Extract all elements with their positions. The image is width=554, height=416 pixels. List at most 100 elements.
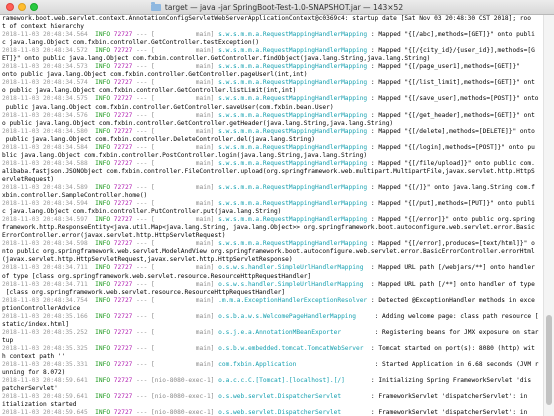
folder-icon xyxy=(150,1,161,11)
log-timestamp: 2018-11-03 20:48:34.588 xyxy=(2,159,88,167)
log-line: unning for 8.072) xyxy=(2,369,546,377)
log-text: public java.lang.Object com.fxbin.contro… xyxy=(2,103,334,111)
log-pid: 72727 xyxy=(113,63,133,71)
log-thread: main] xyxy=(154,159,215,167)
log-text: o public java.lang.Object com.fxbin.cont… xyxy=(2,87,297,95)
log-separator: --- [ xyxy=(136,264,155,272)
title-bar[interactable]: target — java -jar SpringBoot-Test-1.0-S… xyxy=(0,0,554,15)
log-logger: s.w.s.m.m.a.RequestMappingHandlerMapping xyxy=(218,183,368,191)
log-timestamp: 2018-11-03 20:48:34.598 xyxy=(2,240,88,248)
log-text: ramework.boot.web.servlet.context.Annota… xyxy=(2,15,531,22)
log-pid: 72727 xyxy=(113,377,133,385)
log-line: blic java.lang.Object com.fxbin.controll… xyxy=(2,152,546,160)
log-logger: s.w.s.m.m.a.RequestMappingHandlerMapping xyxy=(218,240,368,248)
vertical-scrollbar[interactable] xyxy=(543,15,554,416)
scrollbar-thumb[interactable] xyxy=(546,315,552,405)
log-line: 2018-11-03 20:48:34.584 INFO 72727 --- [… xyxy=(2,144,546,152)
log-line: 2018-11-03 20:48:59.645 INFO 72727 --- [… xyxy=(2,409,546,416)
log-logger: s.w.s.m.m.a.RequestMappingHandlerMapping xyxy=(218,216,368,224)
log-line: 2018-11-03 20:48:34.573 INFO 72727 --- [… xyxy=(2,63,546,71)
log-text: public java.lang.Object com.fxbin.contro… xyxy=(2,135,315,143)
log-thread: main] xyxy=(154,95,215,103)
log-text: ervletRequest) xyxy=(2,175,55,183)
log-line: 2018-11-03 20:48:59.641 INFO 72727 --- [… xyxy=(2,393,546,401)
log-line: 2018-11-03 20:48:34.754 INFO 72727 --- [… xyxy=(2,297,546,305)
log-message: : Tomcat started on port(s): 8080 (http)… xyxy=(363,344,535,352)
log-timestamp: 2018-11-03 20:48:59.641 xyxy=(2,377,88,385)
log-text: itialization started xyxy=(2,401,77,409)
log-line: patcherServlet' xyxy=(2,385,546,393)
log-line: 2018-11-03 20:48:35.331 INFO 72727 --- [… xyxy=(2,361,546,369)
log-text: of type [class org.springframework.web.s… xyxy=(2,272,312,280)
log-pid: 72727 xyxy=(113,159,133,167)
log-separator: --- [ xyxy=(136,296,155,304)
log-separator: --- [ xyxy=(136,127,155,135)
log-level: INFO xyxy=(95,312,111,320)
log-message: : Initializing Spring FrameworkServlet '… xyxy=(344,377,532,385)
log-logger: o.s.b.w.embedded.tomcat.TomcatWebServer xyxy=(218,344,364,352)
log-pid: 72727 xyxy=(113,127,133,135)
window-title-container: target — java -jar SpringBoot-Test-1.0-S… xyxy=(0,0,554,14)
log-level: INFO xyxy=(95,200,111,208)
log-timestamp: 2018-11-03 20:48:34.575 xyxy=(2,95,88,103)
log-thread: main] xyxy=(154,183,215,191)
log-line: public java.lang.Object com.fxbin.contro… xyxy=(2,136,546,144)
log-pid: 72727 xyxy=(113,95,133,103)
log-text: c java.lang.Object com.fxbin.controller.… xyxy=(2,208,282,216)
log-separator: --- [ xyxy=(136,79,155,87)
log-level: INFO xyxy=(95,47,111,55)
log-pid: 72727 xyxy=(113,264,133,272)
log-thread: nio-8080-exec-1] xyxy=(154,409,215,416)
log-thread: main] xyxy=(154,264,215,272)
log-logger: s.w.s.m.m.a.RequestMappingHandlerMapping xyxy=(218,95,368,103)
log-line: 2018-11-03 20:48:34.594 INFO 72727 --- [… xyxy=(2,200,546,208)
log-text: nto public org.springframework.web.servl… xyxy=(2,248,535,256)
log-text: blic java.lang.Object com.fxbin.controll… xyxy=(2,151,368,159)
log-line: 2018-11-03 20:48:34.580 INFO 72727 --- [… xyxy=(2,128,546,136)
log-separator: --- [ xyxy=(136,361,155,369)
log-level: INFO xyxy=(95,111,111,119)
log-logger: com.fxbin.Application xyxy=(218,361,297,369)
log-line: ervletRequest) xyxy=(2,176,546,184)
log-text: t of context hierarchy xyxy=(2,23,84,31)
log-thread: main] xyxy=(154,344,215,352)
log-message: : FrameworkServlet 'dispatcherServlet': … xyxy=(341,393,528,401)
log-message: : Mapped "{[/login],methods=[POST]}" ont… xyxy=(367,143,535,151)
log-line: h context path '' xyxy=(2,353,546,361)
log-pid: 72727 xyxy=(113,31,133,39)
log-message: : Mapped "{[/error],produces=[text/html]… xyxy=(367,240,535,248)
log-level: INFO xyxy=(95,296,111,304)
log-level: INFO xyxy=(95,127,111,135)
log-timestamp: 2018-11-03 20:48:59.645 xyxy=(2,409,88,416)
log-thread: main] xyxy=(154,200,215,208)
log-level: INFO xyxy=(95,409,111,416)
log-line: xbin.controller.SampleController.home() xyxy=(2,192,546,200)
log-line: public java.lang.Object com.fxbin.contro… xyxy=(2,104,546,112)
log-line: 2018-11-03 20:48:34.576 INFO 72727 --- [… xyxy=(2,112,546,120)
log-line: 2018-11-03 20:48:34.588 INFO 72727 --- [… xyxy=(2,160,546,168)
log-logger: s.w.s.m.m.a.RequestMappingHandlerMapping xyxy=(218,200,368,208)
log-timestamp: 2018-11-03 20:48:34.584 xyxy=(2,143,88,151)
log-timestamp: 2018-11-03 20:48:34.564 xyxy=(2,31,88,39)
terminal-output[interactable]: ramework.boot.web.servlet.context.Annota… xyxy=(0,15,546,416)
log-timestamp: 2018-11-03 20:48:34.594 xyxy=(2,200,88,208)
log-timestamp: 2018-11-03 20:48:35.166 xyxy=(2,312,88,320)
log-text: ErrorController.error(javax.servlet.http… xyxy=(2,232,226,240)
log-separator: --- [ xyxy=(136,95,155,103)
log-pid: 72727 xyxy=(113,183,133,191)
log-message: : Adding welcome page: class path resour… xyxy=(355,312,539,320)
log-line: 2018-11-03 20:48:34.711 INFO 72727 --- [… xyxy=(2,281,546,289)
log-thread: main] xyxy=(154,63,215,71)
log-separator: --- [ xyxy=(136,393,155,401)
log-separator: --- [ xyxy=(136,47,155,55)
log-separator: --- [ xyxy=(136,216,155,224)
log-logger: s.w.s.m.m.a.RequestMappingHandlerMapping xyxy=(218,143,368,151)
log-text: ET]}" onto public java.lang.Object com.f… xyxy=(2,55,431,63)
log-thread: main] xyxy=(154,216,215,224)
log-line: 2018-11-03 20:48:34.574 INFO 72727 --- [… xyxy=(2,79,546,87)
log-separator: --- [ xyxy=(136,344,155,352)
log-level: INFO xyxy=(95,216,111,224)
log-text: unning for 8.072) xyxy=(2,369,66,377)
log-pid: 72727 xyxy=(113,361,133,369)
log-logger: o.s.web.servlet.DispatcherServlet xyxy=(218,409,342,416)
